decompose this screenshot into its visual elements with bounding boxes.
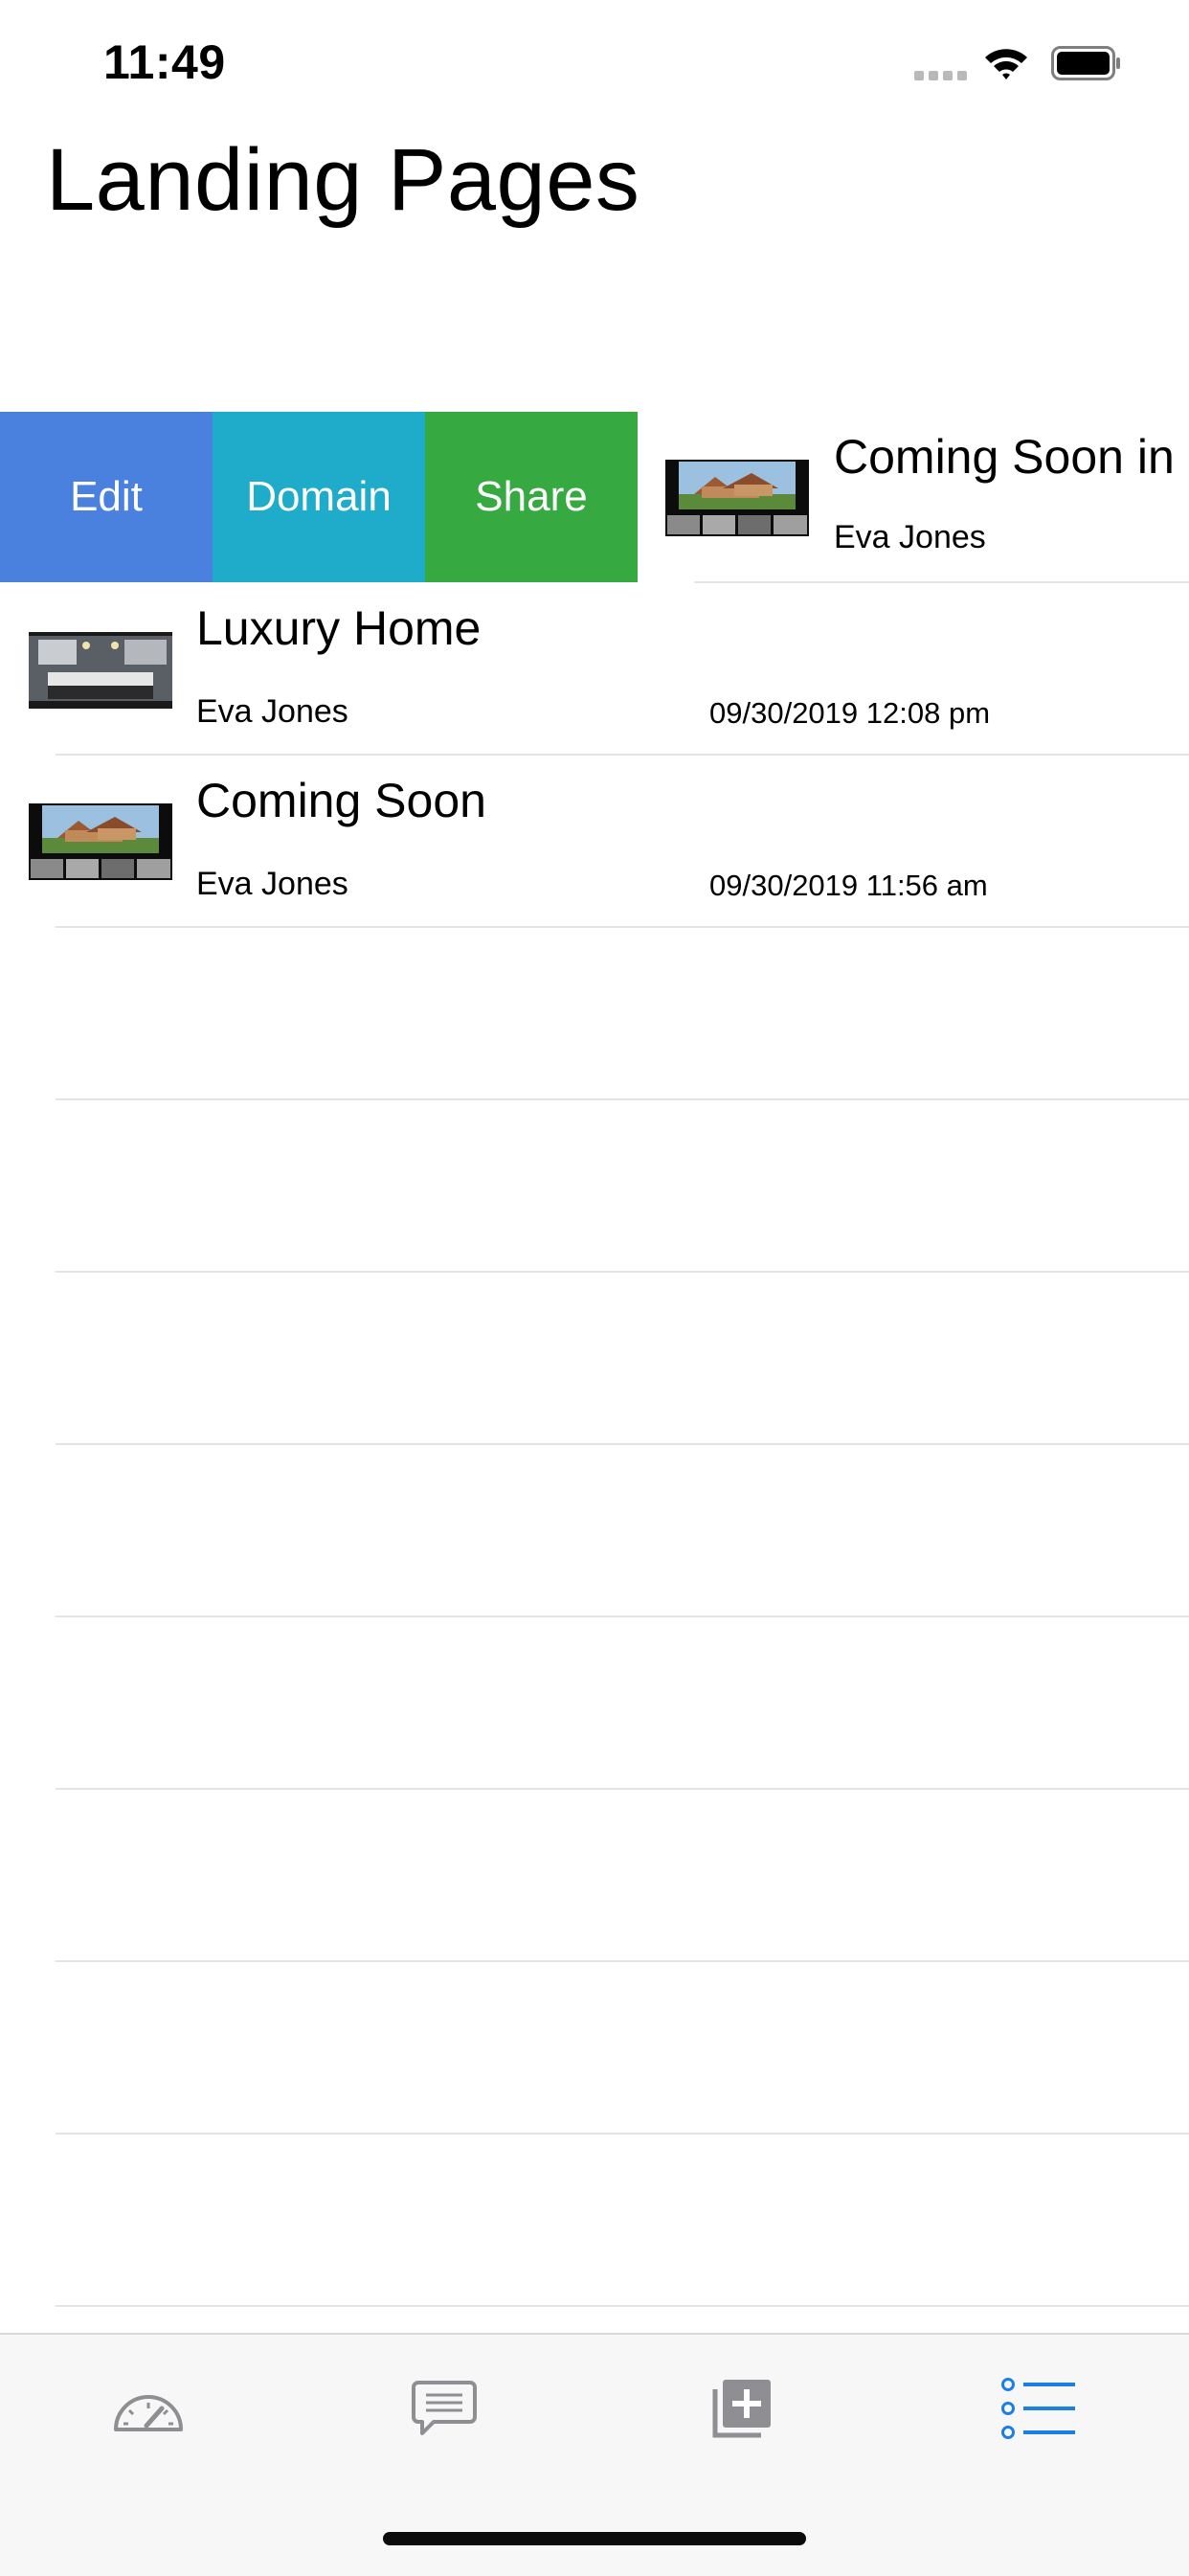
tab-add[interactable] [694, 2367, 790, 2453]
listing-title: Coming Soon [196, 774, 486, 827]
list-item-luxury-home[interactable]: Luxury Home Eva Jones 09/30/2019 12:08 p… [0, 583, 1189, 756]
edit-button[interactable]: Edit [0, 412, 213, 582]
listing-thumbnail [29, 632, 172, 709]
tab-messages[interactable] [396, 2367, 492, 2453]
home-indicator[interactable] [383, 2532, 806, 2545]
page-title: Landing Pages [46, 131, 640, 229]
listing-title: Coming Soon in [834, 430, 1175, 484]
list-item-coming-soon-in[interactable]: Coming Soon in Eva Jones [638, 412, 1189, 582]
listing-thumbnail [29, 803, 172, 880]
listing-author: Eva Jones [196, 866, 348, 902]
row-separator [56, 1443, 1189, 1445]
signal-icon [914, 71, 968, 80]
row-separator [56, 1788, 1189, 1790]
speedometer-icon [110, 2382, 187, 2440]
tab-dashboard[interactable] [101, 2367, 196, 2453]
row-separator [56, 2133, 1189, 2135]
listing-date: 09/30/2019 12:08 pm [709, 696, 991, 730]
domain-button[interactable]: Domain [213, 412, 425, 582]
list-icon [1000, 2377, 1077, 2445]
edit-button-label: Edit [70, 473, 143, 520]
tab-landing-pages[interactable] [991, 2367, 1087, 2453]
row-separator [56, 1616, 1189, 1617]
listing-author: Eva Jones [196, 693, 348, 730]
battery-icon [1051, 46, 1122, 80]
row-separator [56, 926, 1189, 928]
add-photo-icon [711, 2378, 773, 2444]
listing-author: Eva Jones [834, 519, 986, 555]
listing-date: 09/30/2019 11:56 am [709, 869, 988, 902]
share-button[interactable]: Share [425, 412, 638, 582]
share-button-label: Share [475, 473, 588, 520]
listing-title: Luxury Home [196, 601, 482, 655]
domain-button-label: Domain [246, 473, 392, 520]
row-separator [56, 1960, 1189, 1962]
listing-thumbnail [665, 460, 809, 536]
row-separator [56, 2305, 1189, 2307]
list-item-coming-soon[interactable]: Coming Soon Eva Jones 09/30/2019 11:56 a… [0, 756, 1189, 928]
wifi-icon [982, 44, 1030, 82]
status-time: 11:49 [103, 35, 226, 89]
message-bubble-icon [411, 2379, 478, 2443]
row-separator [56, 1098, 1189, 1100]
row-separator [56, 1271, 1189, 1273]
